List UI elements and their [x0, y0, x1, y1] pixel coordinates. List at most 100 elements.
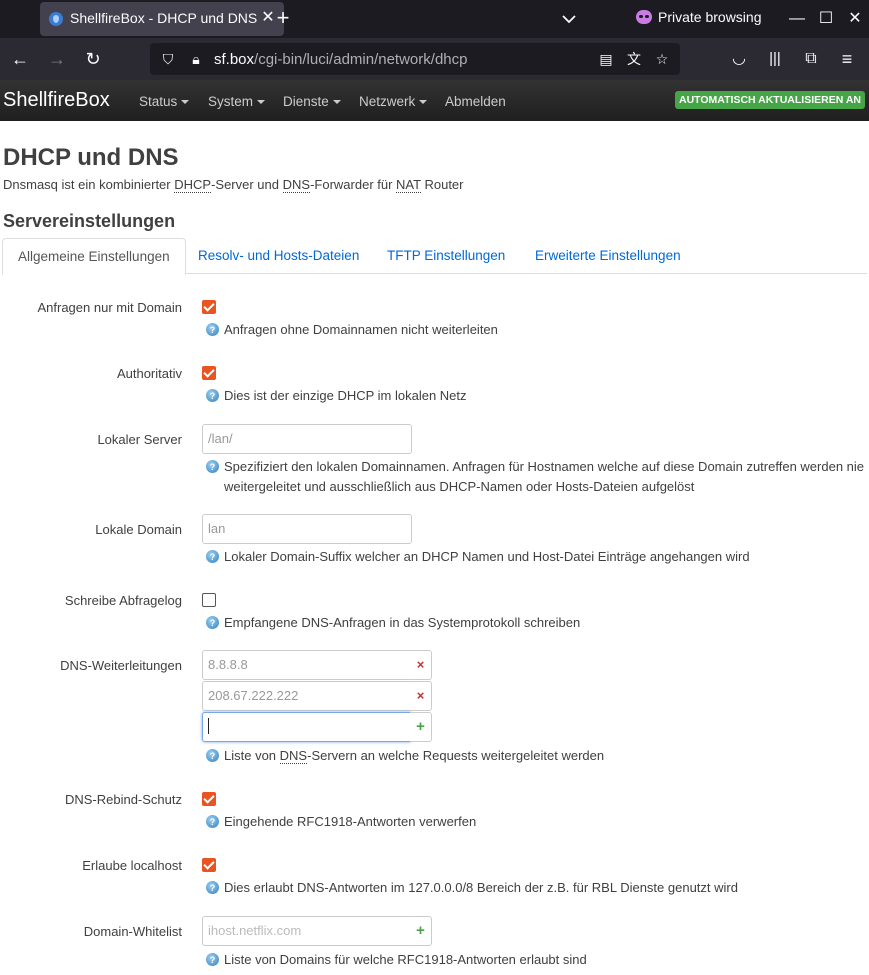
abbr-dns: DNS: [279, 748, 308, 764]
help-text: Lokaler Domain-Suffix welcher an DHCP Na…: [224, 549, 750, 564]
help-icon: [206, 746, 219, 766]
help-text: Empfangene DNS-Anfragen in das Systempro…: [224, 615, 581, 630]
help-icon: [206, 950, 219, 970]
forward-icon[interactable]: →: [45, 47, 69, 71]
domain-whitelist-help: Liste von Domains für welche RFC1918-Ant…: [206, 950, 866, 970]
add-entry-button[interactable]: +: [410, 712, 432, 742]
text-cursor: [208, 718, 209, 734]
abbr-dns: DNS: [282, 177, 311, 193]
authoritative-checkbox[interactable]: [202, 366, 216, 380]
local-domain-help: Lokaler Domain-Suffix welcher an DHCP Na…: [206, 547, 866, 567]
caret-down-icon: [257, 100, 266, 104]
domain-needed-label: Anfragen nur mit Domain: [37, 300, 182, 315]
help-text: Dies ist der einzige DHCP im lokalen Net…: [224, 388, 467, 403]
dns-forwarding-new-input[interactable]: [202, 712, 412, 742]
help-text: Dies erlaubt DNS-Antworten im 127.0.0.0/…: [224, 880, 738, 895]
help-icon: [206, 386, 219, 406]
browser-tab-title: ShellfireBox - DHCP und DNS: [70, 10, 258, 26]
luci-header: ShellfireBox Status System Dienste Netzw…: [0, 80, 869, 121]
shield-icon[interactable]: ⛉: [158, 49, 178, 69]
caret-down-icon: [419, 100, 428, 104]
dns-forwardings-label: DNS-Weiterleitungen: [60, 658, 182, 673]
auto-refresh-badge[interactable]: AUTOMATISCH AKTUALISIEREN AN: [675, 91, 865, 109]
log-queries-label: Schreibe Abfragelog: [64, 593, 182, 608]
abbr-nat: NAT: [396, 177, 421, 193]
close-window-icon[interactable]: ✕: [842, 6, 868, 32]
add-entry-button[interactable]: +: [410, 916, 432, 946]
help-text-continued: weitergeleitet und ausschließlich aus DH…: [224, 479, 695, 494]
rebind-localhost-label: Erlaube localhost: [82, 858, 182, 873]
rebind-protection-help: Eingehende RFC1918-Antworten verwerfen: [206, 812, 866, 832]
local-domain-input[interactable]: lan: [202, 514, 412, 544]
menu-dienste-label: Dienste: [283, 94, 329, 109]
domain-whitelist-label: Domain-Whitelist: [83, 924, 182, 939]
rebind-localhost-help: Dies erlaubt DNS-Antworten im 127.0.0.0/…: [206, 878, 866, 898]
url-bar[interactable]: ⛉ 🔒︎ sf.box/cgi-bin/luci/admin/network/d…: [150, 43, 680, 75]
local-server-input[interactable]: /lan/: [202, 424, 412, 454]
app-menu-icon[interactable]: ≡: [835, 47, 859, 71]
help-icon: [206, 320, 219, 340]
luci-favicon-icon: [49, 12, 63, 26]
bookmark-star-icon[interactable]: ☆: [652, 49, 672, 69]
help-text: Spezifiziert den lokalen Domainnamen. An…: [224, 459, 865, 474]
brand[interactable]: ShellfireBox: [3, 89, 110, 112]
menu-abmelden[interactable]: Abmelden: [445, 94, 506, 109]
extensions-icon[interactable]: ⧉: [799, 47, 823, 71]
remove-entry-button[interactable]: ×: [410, 650, 432, 680]
tab-tftp[interactable]: TFTP Einstellungen: [372, 238, 520, 274]
menu-netzwerk-label: Netzwerk: [359, 94, 416, 109]
menu-dienste[interactable]: Dienste: [283, 94, 341, 109]
help-text: -Servern an welche Requests weitergeleit…: [307, 748, 605, 763]
reload-icon[interactable]: ↻: [81, 47, 105, 71]
remove-entry-button[interactable]: ×: [410, 681, 432, 711]
desc-text: Router: [420, 177, 464, 192]
rebind-localhost-checkbox[interactable]: [202, 858, 216, 872]
help-text: Eingehende RFC1918-Antworten verwerfen: [224, 814, 477, 829]
caret-down-icon: [181, 100, 190, 104]
tab-resolv-hosts[interactable]: Resolv- und Hosts-Dateien: [183, 238, 374, 274]
url-text[interactable]: sf.box/cgi-bin/luci/admin/network/dhcp: [214, 51, 467, 68]
new-tab-icon[interactable]: +: [270, 6, 296, 32]
authoritative-label: Authoritativ: [116, 366, 182, 381]
browser-nav-bar: ← → ↻ ⛉ 🔒︎ sf.box/cgi-bin/luci/admin/net…: [0, 38, 869, 80]
translate-icon[interactable]: 文: [624, 49, 644, 69]
desc-text: -Server und: [211, 177, 283, 192]
back-icon[interactable]: ←: [8, 47, 32, 71]
domain-whitelist-input[interactable]: ihost.netflix.com: [202, 916, 412, 946]
private-browsing-indicator: Private browsing: [636, 9, 762, 25]
caret-down-icon: [332, 100, 341, 104]
abbr-dhcp: DHCP: [174, 177, 212, 193]
help-text: Anfragen ohne Domainnamen nicht weiterle…: [224, 322, 498, 337]
rebind-protection-checkbox[interactable]: [202, 792, 216, 806]
page-title: DHCP und DNS: [3, 144, 179, 171]
section-title: Servereinstellungen: [3, 211, 176, 231]
help-icon: [206, 613, 219, 633]
domain-needed-checkbox[interactable]: [202, 300, 216, 314]
browser-tab[interactable]: ShellfireBox - DHCP und DNS ✕: [40, 2, 284, 36]
tab-erweiterte-einstellungen[interactable]: Erweiterte Einstellungen: [520, 238, 696, 274]
help-icon: [206, 547, 219, 567]
dns-forwarding-input[interactable]: 208.67.222.222: [202, 681, 412, 711]
menu-status[interactable]: Status: [139, 94, 190, 109]
help-icon: [206, 457, 219, 477]
menu-system-label: System: [208, 94, 254, 109]
private-mask-icon: [636, 10, 652, 24]
menu-system[interactable]: System: [208, 94, 266, 109]
help-icon: [206, 878, 219, 898]
dns-forwardings-help: Liste von DNS-Servern an welche Requests…: [206, 746, 866, 766]
minimize-icon[interactable]: —: [784, 6, 810, 32]
lock-insecure-icon[interactable]: 🔒︎: [186, 49, 206, 69]
url-path: /cgi-bin/luci/admin/network/dhcp: [254, 51, 468, 68]
page-description: Dnsmasq ist ein kombinierter DHCP-Server…: [3, 177, 464, 193]
tab-allgemeine-einstellungen[interactable]: Allgemeine Einstellungen: [2, 238, 186, 275]
domain-needed-help: Anfragen ohne Domainnamen nicht weiterle…: [206, 320, 866, 340]
menu-status-label: Status: [139, 94, 178, 109]
log-queries-checkbox[interactable]: [202, 593, 216, 607]
reader-view-icon[interactable]: ▤: [596, 49, 616, 69]
chevron-down-icon[interactable]: [558, 8, 580, 30]
library-icon[interactable]: |||: [763, 47, 787, 71]
maximize-icon[interactable]: ☐: [813, 6, 839, 32]
pocket-icon[interactable]: ◡: [727, 47, 751, 71]
menu-netzwerk[interactable]: Netzwerk: [359, 94, 428, 109]
dns-forwarding-input[interactable]: 8.8.8.8: [202, 650, 412, 680]
